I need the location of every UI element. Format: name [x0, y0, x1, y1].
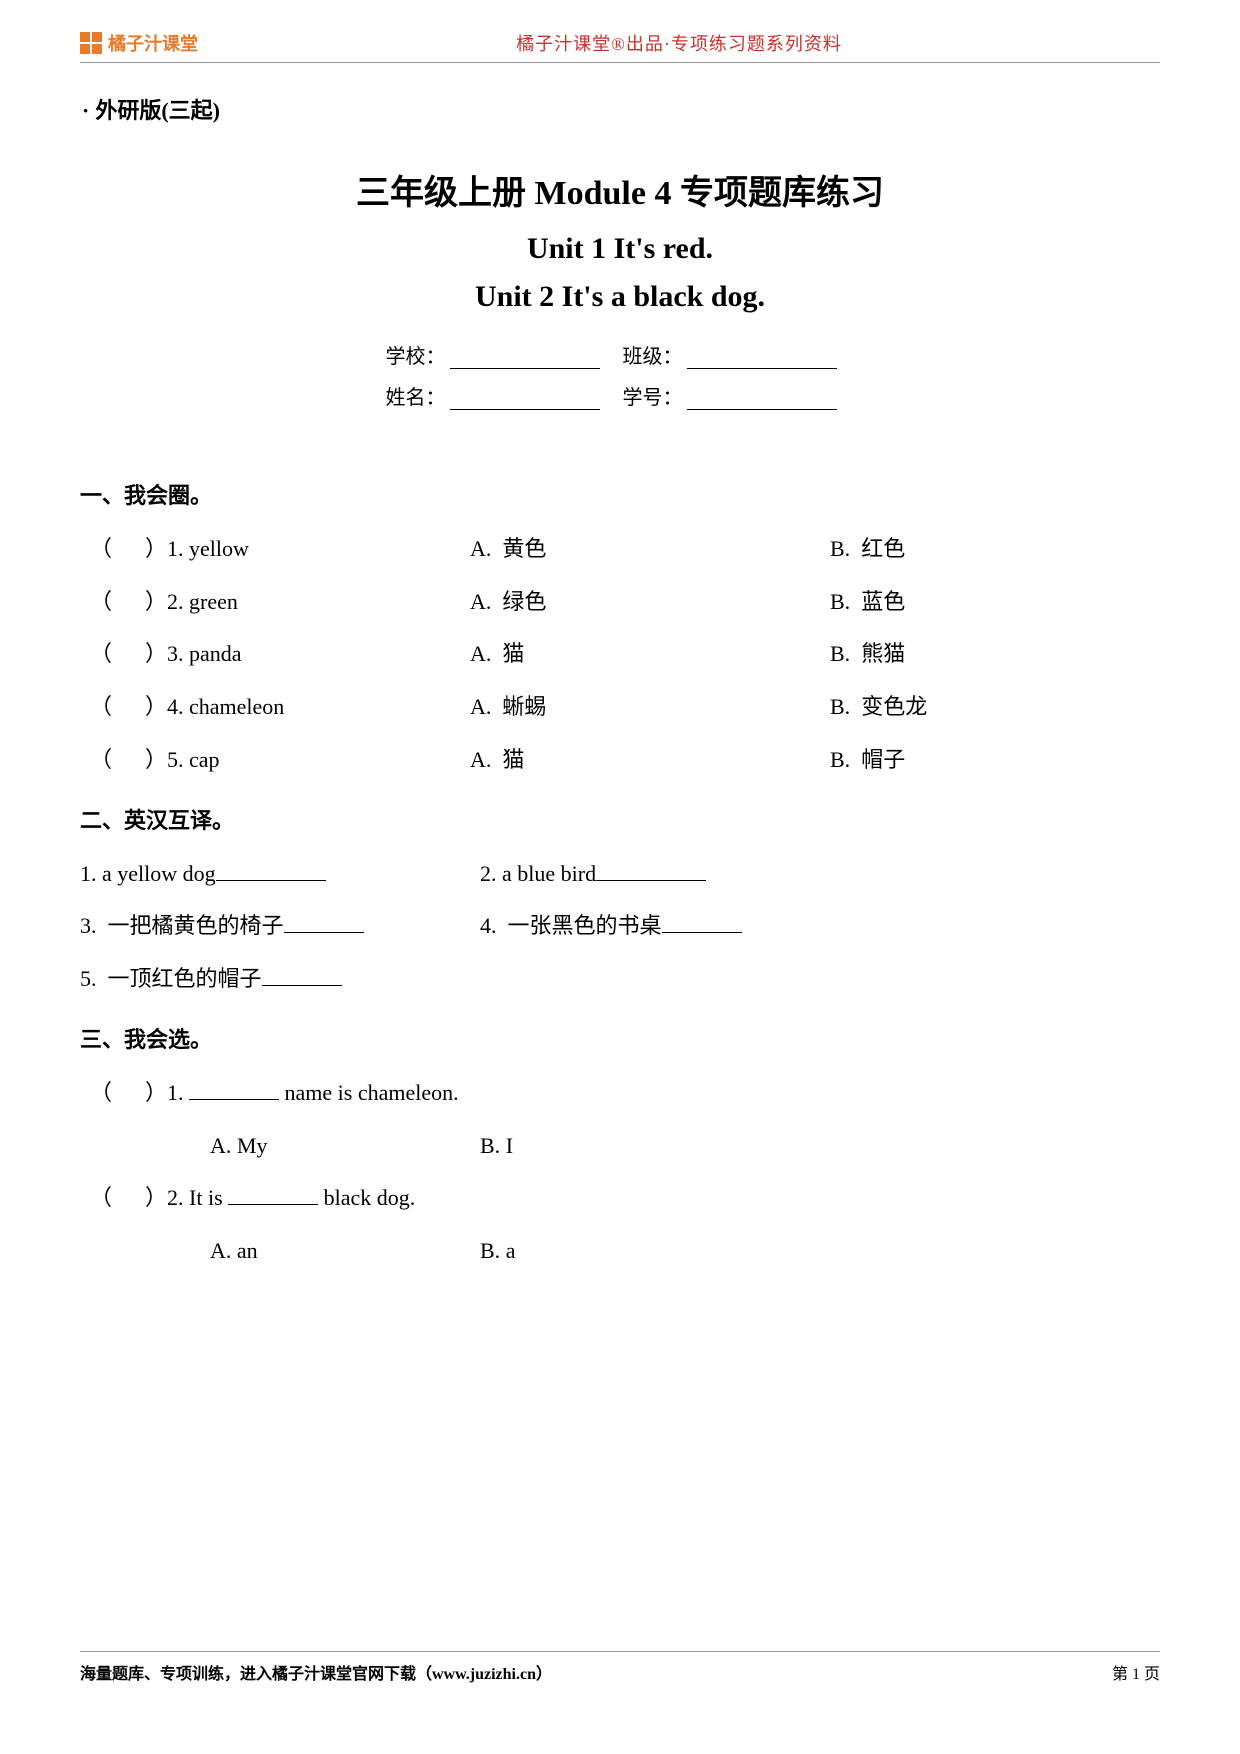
student-info-line1: 学校： 班级： [386, 340, 855, 369]
section2-heading: 二、英汉互译。 [80, 795, 1160, 848]
label-class: 班级： [623, 346, 683, 368]
logo-text: 橘子汁课堂 [108, 30, 198, 56]
section1-heading: 一、我会圈。 [80, 470, 1160, 523]
answer-blank[interactable] [662, 913, 742, 933]
page-header: 橘子汁课堂 橘子汁课堂®出品·专项练习题系列资料 [80, 30, 1160, 63]
content-area: 一、我会圈。 （ ）1. yellow A. 黄色 B. 红色 （ ）2. gr… [80, 470, 1160, 1278]
s3-q1-options: A. My B. I [80, 1120, 1160, 1173]
footer-page-number: 第 1 页 [1112, 1660, 1160, 1684]
s2-row3: 5. 一顶红色的帽子 [80, 953, 1160, 1006]
answer-blank[interactable] [262, 966, 342, 986]
brand-logo: 橘子汁课堂 [80, 30, 198, 56]
blank-class[interactable] [687, 349, 837, 369]
answer-bracket[interactable]: （ ） [90, 694, 167, 719]
answer-bracket[interactable]: （ ） [90, 641, 167, 666]
answer-bracket[interactable]: （ ） [90, 1185, 167, 1210]
label-name: 姓名： [386, 387, 446, 409]
label-id: 学号： [623, 387, 683, 409]
answer-blank[interactable] [284, 913, 364, 933]
fill-blank[interactable] [189, 1080, 279, 1100]
s1-q1: （ ）1. yellow A. 黄色 B. 红色 [80, 523, 1160, 576]
s2-row2: 3. 一把橘黄色的椅子 4. 一张黑色的书桌 [80, 900, 1160, 953]
section3-heading: 三、我会选。 [80, 1014, 1160, 1067]
answer-bracket[interactable]: （ ） [90, 589, 167, 614]
s1-q4: （ ）4. chameleon A. 蜥蜴 B. 变色龙 [80, 681, 1160, 734]
answer-bracket[interactable]: （ ） [90, 1080, 167, 1105]
answer-bracket[interactable]: （ ） [90, 536, 167, 561]
s1-q5: （ ）5. cap A. 猫 B. 帽子 [80, 734, 1160, 787]
s1-q2: （ ）2. green A. 绿色 B. 蓝色 [80, 576, 1160, 629]
edition-label: 外研版(三起) [82, 93, 1160, 125]
blank-id[interactable] [687, 390, 837, 410]
unit2-title: Unit 2 It's a black dog. [80, 280, 1160, 314]
page-footer: 海量题库、专项训练，进入橘子汁课堂官网下载（www.juzizhi.cn） 第 … [80, 1651, 1160, 1684]
blank-name[interactable] [450, 390, 600, 410]
title-block: 三年级上册 Module 4 专项题库练习 Unit 1 It's red. U… [80, 165, 1160, 410]
answer-blank[interactable] [596, 861, 706, 881]
fill-blank[interactable] [228, 1185, 318, 1205]
answer-blank[interactable] [216, 861, 326, 881]
footer-left: 海量题库、专项训练，进入橘子汁课堂官网下载（www.juzizhi.cn） [80, 1660, 552, 1684]
answer-bracket[interactable]: （ ） [90, 747, 167, 772]
student-info-line2: 姓名： 学号： [386, 381, 855, 410]
s3-q2-options: A. an B. a [80, 1225, 1160, 1278]
s1-q3: （ ）3. panda A. 猫 B. 熊猫 [80, 628, 1160, 681]
logo-icon [80, 32, 102, 54]
unit1-title: Unit 1 It's red. [80, 232, 1160, 266]
header-subtitle: 橘子汁课堂®出品·专项练习题系列资料 [198, 30, 1160, 56]
main-title: 三年级上册 Module 4 专项题库练习 [80, 165, 1160, 214]
s2-row1: 1. a yellow dog 2. a blue bird [80, 848, 1160, 901]
s3-q2: （ ）2. It is black dog. [80, 1172, 1160, 1225]
blank-school[interactable] [450, 349, 600, 369]
s3-q1: （ ）1. name is chameleon. [80, 1067, 1160, 1120]
label-school: 学校： [386, 346, 446, 368]
